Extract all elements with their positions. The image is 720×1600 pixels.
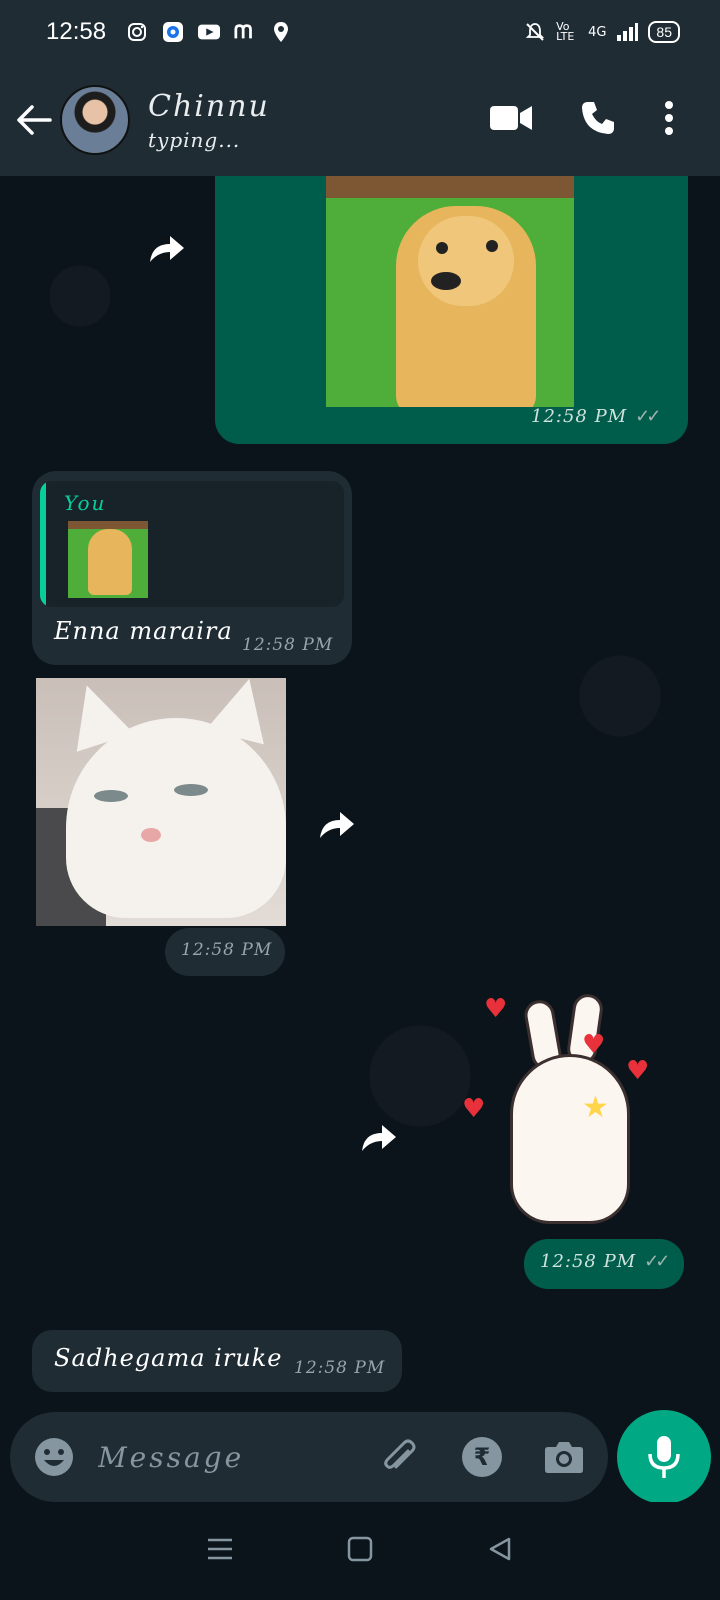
forward-icon[interactable] (148, 232, 186, 264)
message-time-text: 12:58 PM (540, 1251, 637, 1272)
cat-eye (174, 784, 208, 796)
back-nav-icon[interactable] (487, 1536, 513, 1566)
bunny-body (510, 1054, 630, 1224)
message-time: 12:58 PM (181, 940, 273, 960)
doge-image[interactable] (326, 176, 574, 407)
message-time: 12:58 PM (294, 1358, 386, 1378)
quoted-author: You (64, 491, 107, 515)
emoji-icon[interactable] (32, 1435, 76, 1479)
volte-indicator: Vo LTE (556, 20, 575, 43)
payment-icon[interactable]: ₹ (462, 1437, 502, 1477)
back-arrow-icon[interactable] (14, 100, 54, 140)
message-text: Enna maraira (54, 617, 233, 645)
battery-indicator: 85 (648, 21, 680, 43)
doge-face (418, 216, 514, 306)
forward-icon[interactable] (318, 808, 356, 840)
video-call-icon[interactable] (490, 104, 532, 136)
chat-area[interactable]: 12:58 PM ✓✓ You Enna maraira 12:58 PM 12:… (0, 176, 720, 1412)
app-notification-icon (162, 21, 184, 43)
quoted-message[interactable]: You (40, 481, 344, 607)
recent-apps-icon[interactable] (207, 1537, 233, 1565)
doge-thumbnail-figure (88, 529, 132, 595)
chat-header: Chinnu typing... (0, 64, 720, 176)
bunny-sticker[interactable]: ♥ ♥ ♥ ♥ ★ (462, 992, 670, 1234)
image-time-pill: 12:58 PM (165, 928, 285, 976)
cat-eye (94, 790, 128, 802)
sticker-time-pill: 12:58 PM ✓✓ (524, 1239, 684, 1289)
quoted-image-thumbnail (68, 521, 148, 598)
home-icon[interactable] (347, 1536, 373, 1566)
status-time: 12:58 (46, 18, 107, 45)
contact-name: Chinnu (148, 88, 270, 124)
typing-status: typing... (148, 127, 241, 152)
message-time: 12:58 PM ✓✓ (540, 1251, 670, 1272)
composer-actions: ₹ (378, 1435, 586, 1479)
contact-info[interactable]: Chinnu typing... (148, 89, 270, 152)
header-actions (490, 100, 720, 140)
status-bar: 12:58 Vo LTE 4G 85 (0, 0, 720, 64)
network-type: 4G (588, 24, 607, 40)
heart-icon: ♥ (462, 1094, 486, 1124)
message-input[interactable] (98, 1440, 338, 1474)
youtube-icon (198, 21, 221, 43)
camera-icon[interactable] (542, 1435, 586, 1479)
star-icon: ★ (582, 1090, 609, 1125)
message-time: 12:58 PM (242, 635, 334, 655)
read-ticks-icon: ✓✓ (635, 406, 661, 427)
doge-eye (436, 242, 448, 254)
mute-notification-icon (524, 21, 546, 43)
more-options-icon[interactable] (664, 101, 674, 139)
m-app-icon (234, 21, 256, 43)
message-text: Sadhegama iruke (54, 1344, 283, 1372)
instagram-icon (126, 21, 148, 43)
signal-icon (616, 21, 639, 43)
location-icon (270, 21, 292, 43)
voice-call-icon[interactable] (580, 100, 616, 140)
contact-avatar[interactable] (60, 85, 130, 155)
cat-image[interactable] (36, 678, 286, 926)
attach-icon[interactable] (378, 1435, 422, 1479)
doge-eye (486, 240, 498, 252)
notification-icons (126, 21, 292, 43)
heart-icon: ♥ (626, 1056, 650, 1086)
read-ticks-icon: ✓✓ (644, 1251, 670, 1272)
heart-icon: ♥ (484, 994, 508, 1024)
doge-snout (431, 272, 461, 290)
incoming-text-message[interactable]: Sadhegama iruke 12:58 PM (32, 1330, 402, 1392)
heart-icon: ♥ (582, 1030, 606, 1060)
outgoing-image-message[interactable]: 12:58 PM ✓✓ (215, 176, 688, 444)
mic-button[interactable] (617, 1410, 711, 1504)
quote-accent-bar (40, 481, 46, 607)
message-time-text: 12:58 PM (531, 406, 628, 427)
message-composer: ₹ (10, 1412, 608, 1502)
incoming-reply-message[interactable]: You Enna maraira 12:58 PM (32, 471, 352, 665)
message-time: 12:58 PM ✓✓ (531, 406, 661, 427)
cat-head (66, 718, 286, 918)
cat-nose (141, 828, 161, 842)
mic-icon (648, 1436, 680, 1478)
forward-icon[interactable] (360, 1121, 398, 1153)
system-nav-bar (0, 1502, 720, 1600)
system-status: Vo LTE 4G 85 (524, 21, 680, 43)
